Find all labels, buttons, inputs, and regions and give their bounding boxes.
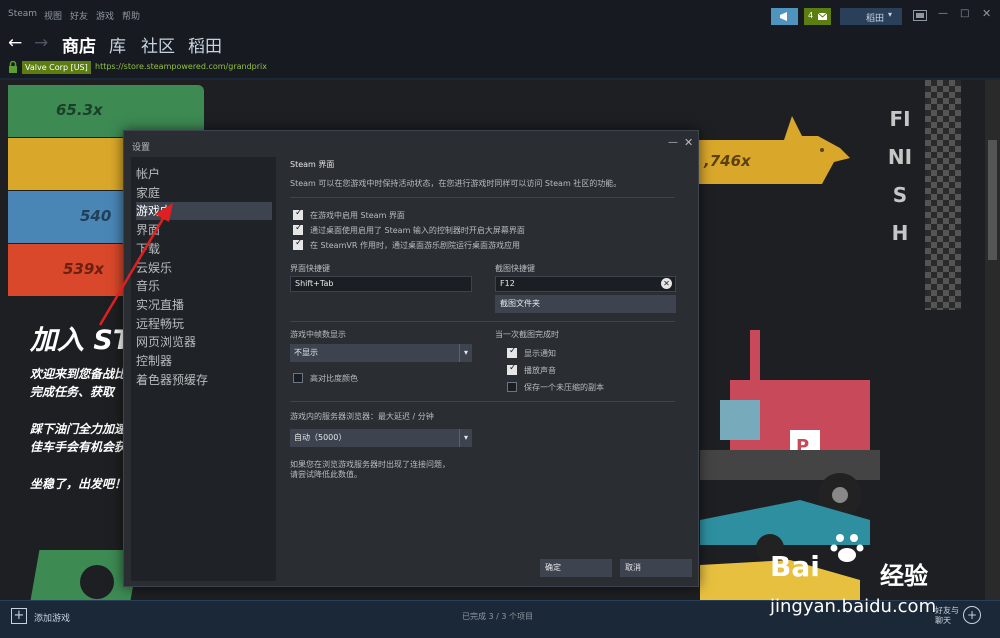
watermark-brand: Bai (770, 550, 820, 583)
show-notification-checkbox[interactable] (507, 346, 517, 358)
user-menu[interactable]: 稻田 ▾ (840, 8, 902, 25)
divider (290, 321, 675, 322)
page-text: 坐稳了，出发吧！ (30, 477, 127, 491)
broadcast-button[interactable] (771, 8, 798, 25)
watermark-brand: 经验 (880, 562, 928, 590)
megaphone-icon (780, 12, 787, 21)
menu-view[interactable]: 视图 (44, 9, 62, 22)
chevron-down-icon: ▾ (888, 10, 893, 19)
checkbox-label: 在游戏中启用 Steam 界面 (310, 211, 405, 220)
minimize-icon[interactable]: — (668, 137, 678, 148)
maximize-icon[interactable]: □ (960, 8, 969, 19)
cert-badge: Valve Corp [US] (22, 61, 91, 74)
checkbox-label: 保存一个未压缩的副本 (524, 383, 604, 392)
server-browser-label: 游戏内的服务器浏览器：最大延迟 / 分钟 (290, 412, 434, 421)
add-game-button[interactable]: 添加游戏 (34, 611, 70, 624)
page-scrollbar[interactable] (985, 80, 1000, 600)
tab-store[interactable]: 商店 (62, 32, 96, 57)
nav-bar: ← → 商店 库 社区 稻田 (0, 30, 1000, 58)
checkbox-label: 高对比度颜色 (310, 374, 358, 383)
checkbox-label: 通过桌面使用启用了 Steam 输入的控制器时开启大屏幕界面 (310, 226, 525, 235)
paw-icon (830, 534, 864, 562)
menu-friends[interactable]: 好友 (70, 9, 88, 22)
checkbox-label: 显示通知 (524, 349, 556, 358)
decor-wheel (80, 565, 114, 599)
bar-gold (8, 138, 128, 190)
clear-icon[interactable]: ✕ (661, 278, 672, 289)
sidebar-item-web-browser[interactable]: 网页浏览器 (136, 333, 272, 351)
page-text: 欢迎来到您备战比 (30, 367, 127, 381)
tab-profile[interactable]: 稻田 (188, 32, 222, 57)
minimize-icon[interactable]: — (938, 8, 948, 19)
play-sound-checkbox[interactable] (507, 363, 517, 375)
top-menu-bar: Steam 视图 好友 游戏 帮助 4 稻田 ▾ — □ ✕ (0, 0, 1000, 30)
screenshot-done-label: 当一次截图完成时 (495, 330, 559, 339)
screenshot-hotkey-value: F12 (500, 279, 515, 288)
server-ping-dropdown[interactable]: 自动（5000） ▾ (290, 429, 472, 447)
dialog-title: 设置 (132, 143, 151, 153)
divider (290, 197, 675, 198)
checkered-flag (925, 80, 961, 310)
fps-dropdown[interactable]: 不显示 ▾ (290, 344, 472, 362)
url-bar: Valve Corp [US] https://store.steampower… (0, 58, 1000, 78)
sidebar-item-controller[interactable]: 控制器 (136, 352, 272, 370)
notification-count: 4 (808, 11, 814, 20)
high-contrast-checkbox[interactable] (293, 373, 303, 383)
ok-button[interactable]: 确定 (540, 559, 612, 577)
baidu-watermark: Bai 经验 jingyan.baidu.com (770, 530, 970, 625)
bar-label: ,746x (704, 152, 751, 170)
finish-text: FINISH (887, 107, 913, 245)
server-ping-value: 自动（5000） (294, 433, 347, 442)
bar-label: 65.3x (56, 101, 103, 119)
chevron-down-icon: ▾ (458, 429, 468, 447)
menu-steam[interactable]: Steam (8, 9, 37, 19)
cancel-button[interactable]: 取消 (620, 559, 692, 577)
back-arrow-icon[interactable]: ← (8, 33, 22, 53)
sidebar-item-account[interactable]: 帐户 (136, 165, 272, 183)
lock-icon (9, 61, 17, 73)
page-text: 完成任务、获取 (30, 385, 115, 399)
fps-label: 游戏中帧数显示 (290, 330, 346, 339)
divider (290, 401, 675, 402)
page-text: 佳车手会有机会获 (30, 440, 127, 454)
add-icon[interactable]: + (11, 608, 27, 624)
envelope-icon (818, 13, 827, 20)
username: 稻田 (866, 14, 885, 24)
chevron-down-icon: ▾ (458, 344, 468, 362)
settings-dialog: 设置 — ✕ 帐户 家庭 游戏中 界面 下载 云娱乐 音乐 实况直播 远程畅玩 … (123, 130, 699, 587)
close-icon[interactable]: ✕ (684, 136, 693, 149)
page-text: 踩下油门全力加速 (30, 422, 127, 436)
download-status[interactable]: 已完成 3 / 3 个项目 (462, 611, 533, 622)
save-uncompressed-checkbox[interactable] (507, 382, 517, 392)
tab-community[interactable]: 社区 (141, 32, 175, 57)
checkbox-label: 播放声音 (524, 366, 556, 375)
screenshot-hotkey-label: 截图快捷键 (495, 264, 535, 273)
screenshot-folder-button[interactable]: 截图文件夹 (495, 295, 676, 313)
big-picture-icon[interactable] (913, 10, 927, 21)
menu-games[interactable]: 游戏 (96, 9, 114, 22)
sidebar-item-shader-cache[interactable]: 着色器预缓存 (136, 371, 272, 389)
menu-help[interactable]: 帮助 (122, 9, 140, 22)
annotation-arrow (98, 203, 173, 326)
forward-arrow-icon[interactable]: → (34, 33, 48, 53)
steamvr-theater-checkbox[interactable] (293, 238, 303, 250)
overlay-enable-checkbox[interactable] (293, 208, 303, 220)
scrollbar-thumb[interactable] (988, 140, 997, 260)
bigpicture-controller-checkbox[interactable] (293, 223, 303, 235)
overlay-hotkey-input[interactable]: Shift+Tab (290, 276, 472, 292)
section-title: Steam 界面 (290, 160, 335, 169)
checkbox-label: 在 SteamVR 作用时，通过桌面游乐剧院运行桌面游戏应用 (310, 241, 520, 250)
overlay-hotkey-label: 界面快捷键 (290, 264, 330, 273)
notifications-button[interactable]: 4 (804, 8, 831, 25)
server-note: 请尝试降低此数值。 (290, 470, 362, 479)
url-text[interactable]: https://store.steampowered.com/grandprix (95, 62, 267, 71)
corgi-icon (784, 116, 850, 184)
screenshot-hotkey-input[interactable]: F12 ✕ (495, 276, 676, 292)
watermark-url: jingyan.baidu.com (770, 596, 937, 617)
close-icon[interactable]: ✕ (982, 7, 991, 20)
fps-value: 不显示 (294, 348, 318, 357)
section-description: Steam 可以在您游戏中时保持活动状态，在您进行游戏时同样可以访问 Steam… (290, 179, 622, 188)
tab-library[interactable]: 库 (109, 32, 126, 57)
